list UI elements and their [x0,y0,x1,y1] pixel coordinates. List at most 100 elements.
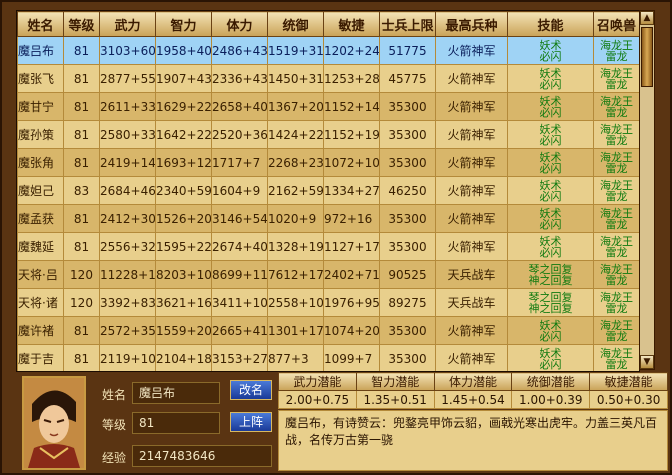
general-minjie: 1074+20 [323,316,380,345]
general-tili: 1604+9 [211,176,268,205]
header-summon[interactable]: 召唤兽 [593,11,639,37]
general-tongyu: 1367+20 [267,92,324,121]
header-wuli[interactable]: 武力 [99,11,156,37]
general-zhili: 1693+12 [155,148,212,177]
header-tongyu[interactable]: 统御 [267,11,324,37]
table-row[interactable]: 魔甘宁 81 2611+33 1629+22 2658+40 1367+20 1152+14… [17,92,639,121]
general-tili: 3153+27 [211,344,268,371]
rename-button[interactable]: 改名 [230,380,272,400]
header-zhili[interactable]: 智力 [155,11,212,37]
general-unit-type: 火箭神军 [435,36,508,65]
table-row[interactable]: 天将·诸 120 3392+83 3621+16 3411+10 2558+10 1976+… [17,288,639,317]
general-minjie: 972+16 [323,204,380,233]
general-skill: 妖术 必闪 [507,344,594,371]
potential-value-tili: 1.45+0.54 [433,390,513,409]
general-skill: 妖术 必闪 [507,36,594,65]
table-row[interactable]: 魔孟获 81 2412+30 1526+20 3146+54 1020+9 972+16 35… [17,204,639,233]
general-unit-type: 火箭神军 [435,176,508,205]
general-zhili: 1642+22 [155,120,212,149]
scroll-down-arrow-icon[interactable]: ▼ [640,355,654,369]
general-tongyu: 1450+31 [267,64,324,93]
general-zhili: 1958+40 [155,36,212,65]
summon-name: 雷龙 [605,301,628,315]
general-level: 81 [63,36,100,65]
general-summon: 海龙王 雷龙 [593,316,639,345]
summon-name: 海龙王 [600,206,633,220]
table-row[interactable]: 魔于吉 81 2119+10 2104+18 3153+27 877+3 1099+7 353… [17,344,639,371]
summon-name: 海龙王 [600,122,633,136]
header-minjie[interactable]: 敏捷 [323,11,380,37]
potential-header-tili: 体力潜能 [433,372,513,391]
general-unit-type: 火箭神军 [435,92,508,121]
table-row[interactable]: 魔吕布 81 3103+60 1958+40 2486+43 1519+31 1202+24… [17,36,639,65]
table-row[interactable]: 魔许褚 81 2572+35 1559+20 2665+41 1301+17 1074+20… [17,316,639,345]
skill-name: 必闪 [539,161,562,175]
summon-name: 海龙王 [600,94,633,108]
table-row[interactable]: 魔张飞 81 2877+55 1907+43 2336+43 1450+31 1253+28… [17,64,639,93]
general-soldier-cap: 89275 [379,288,436,317]
table-scrollbar[interactable]: ▲ ▼ [639,10,655,370]
skill-name: 妖术 [539,38,562,52]
skill-name: 必闪 [539,133,562,147]
general-tili: 3146+54 [211,204,268,233]
general-zhili: 8203+10 [155,260,212,289]
general-level: 83 [63,176,100,205]
general-summon: 海龙王 雷龙 [593,92,639,121]
summon-name: 海龙王 [600,66,633,80]
general-zhili: 1629+22 [155,92,212,121]
skill-name: 琴之回复 [528,262,573,276]
header-tili[interactable]: 体力 [211,11,268,37]
general-tongyu: 1519+31 [267,36,324,65]
summon-name: 海龙王 [600,290,633,304]
general-skill: 琴之回复 神之回复 [507,260,594,289]
general-unit-type: 火箭神军 [435,148,508,177]
skill-name: 必闪 [539,77,562,91]
summon-name: 雷龙 [605,273,628,287]
table-row[interactable]: 魔孙策 81 2580+33 1642+22 2520+36 1424+22 1152+19… [17,120,639,149]
table-row[interactable]: 天将·吕 120 11228+1 8203+10 8699+11 7612+17 2402+… [17,260,639,289]
table-row[interactable]: 魔张角 81 2419+14 1693+12 1717+7 2268+23 1072+10 3… [17,148,639,177]
general-minjie: 1152+19 [323,120,380,149]
general-wuli: 2119+10 [99,344,156,371]
deploy-button[interactable]: 上阵 [230,412,272,432]
general-unit-type: 天兵战车 [435,288,508,317]
potential-value-minjie: 0.50+0.30 [589,390,668,409]
general-wuli: 2412+30 [99,204,156,233]
header-name[interactable]: 姓名 [17,11,64,37]
header-soldier-cap[interactable]: 士兵上限 [379,11,436,37]
table-row[interactable]: 魔妲己 83 2684+46 2340+59 1604+9 2162+59 1334+27 4… [17,176,639,205]
general-soldier-cap: 90525 [379,260,436,289]
general-list-window: 姓名 等级 武力 智力 体力 统御 敏捷 士兵上限 最高兵种 技能 召唤兽 魔吕… [0,0,672,475]
summon-name: 海龙王 [600,346,633,360]
scroll-up-arrow-icon[interactable]: ▲ [640,11,654,25]
general-wuli: 2611+33 [99,92,156,121]
general-skill: 妖术 必闪 [507,204,594,233]
potential-value-wuli: 2.00+0.75 [278,390,357,409]
general-tili: 2658+40 [211,92,268,121]
header-unit-type[interactable]: 最高兵种 [435,11,508,37]
general-portrait [22,376,86,470]
header-skill[interactable]: 技能 [507,11,594,37]
general-wuli: 2556+32 [99,232,156,261]
general-tongyu: 2162+59 [267,176,324,205]
table-row[interactable]: 魔魏延 81 2556+32 1595+22 2674+40 1328+19 1127+17… [17,232,639,261]
general-level: 120 [63,260,100,289]
general-zhili: 1559+20 [155,316,212,345]
general-tongyu: 2268+23 [267,148,324,177]
general-soldier-cap: 35300 [379,120,436,149]
header-level[interactable]: 等级 [63,11,100,37]
summon-name: 雷龙 [605,217,628,231]
general-tili: 2520+36 [211,120,268,149]
general-name: 魔吕布 [17,36,64,65]
general-minjie: 2402+71 [323,260,380,289]
general-soldier-cap: 51775 [379,36,436,65]
general-minjie: 1976+95 [323,288,380,317]
general-zhili: 3621+16 [155,288,212,317]
general-name: 魔妲己 [17,176,64,205]
general-wuli: 3392+83 [99,288,156,317]
scrollbar-thumb[interactable] [641,27,653,87]
general-zhili: 1595+22 [155,232,212,261]
general-wuli: 3103+60 [99,36,156,65]
general-minjie: 1072+10 [323,148,380,177]
general-summon: 海龙王 雷龙 [593,288,639,317]
